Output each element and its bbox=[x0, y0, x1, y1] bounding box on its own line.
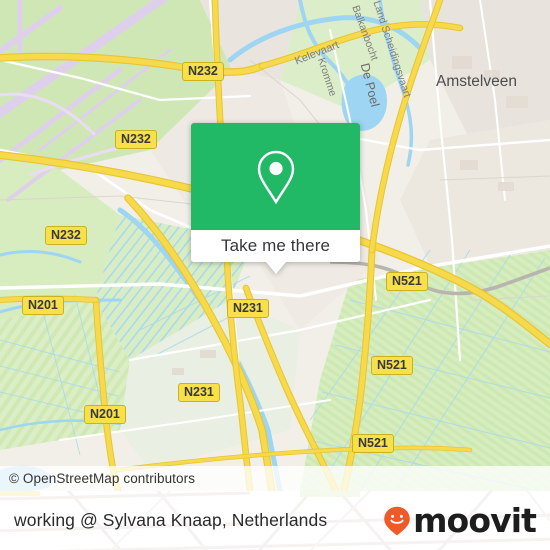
map-city-label-amstelveen: Amstelveen bbox=[436, 73, 517, 90]
road-shield-n231: N231 bbox=[178, 383, 220, 403]
road-shield-n232: N232 bbox=[45, 226, 87, 246]
moovit-logo: moovit bbox=[383, 501, 537, 540]
road-shield-n521: N521 bbox=[371, 356, 413, 376]
popup-tail-arrow bbox=[265, 262, 286, 274]
road-shield-n231: N231 bbox=[227, 299, 269, 319]
take-me-there-label: Take me there bbox=[220, 236, 331, 255]
footer-content: working @ Sylvana Knaap, Netherlands moo… bbox=[0, 491, 550, 550]
map-pin-icon bbox=[257, 150, 294, 204]
road-shield-n201: N201 bbox=[22, 296, 64, 316]
map-attribution-bar: © OpenStreetMap contributors bbox=[0, 466, 550, 491]
screenshot-root: De Poel Kelevaart Kromme Balkanbocht Lan… bbox=[0, 0, 550, 550]
attribution-text: © OpenStreetMap contributors bbox=[9, 471, 196, 486]
road-shield-n521: N521 bbox=[352, 434, 394, 454]
road-shield-n232: N232 bbox=[115, 130, 157, 150]
road-shield-n201: N201 bbox=[84, 405, 126, 425]
popup-footer[interactable]: Take me there bbox=[191, 230, 360, 262]
moovit-smiley-pin-icon bbox=[384, 506, 410, 535]
road-shield-n521: N521 bbox=[386, 272, 428, 292]
popup-hero bbox=[191, 123, 360, 230]
moovit-wordmark: moovit bbox=[413, 501, 537, 540]
road-shield-n232: N232 bbox=[182, 62, 224, 82]
popup-body: Take me there bbox=[191, 123, 360, 262]
footer-title: working @ Sylvana Knaap, Netherlands bbox=[14, 510, 328, 530]
map-popup-card[interactable]: Take me there bbox=[191, 123, 360, 274]
footer-bar: working @ Sylvana Knaap, Netherlands moo… bbox=[0, 491, 550, 550]
